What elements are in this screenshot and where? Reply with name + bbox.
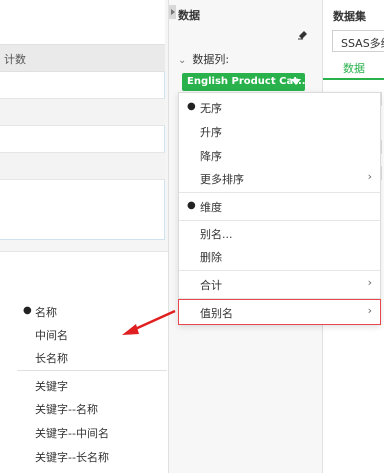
annotation-arrow-icon [122,309,176,335]
